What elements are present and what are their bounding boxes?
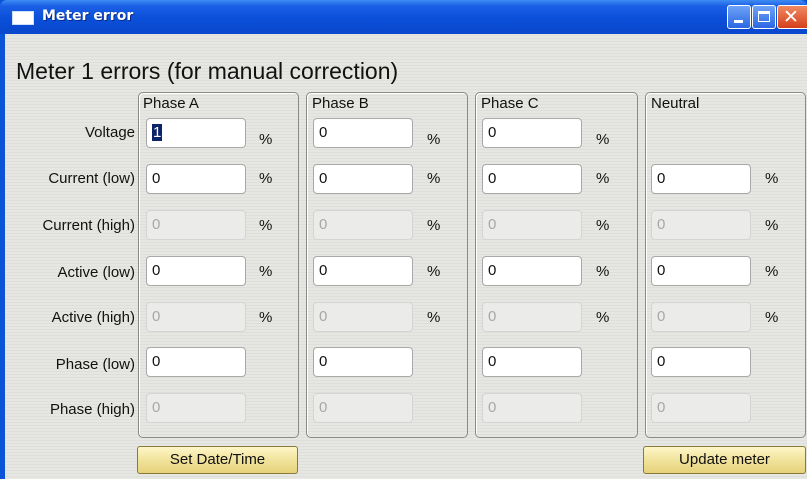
neutral-current-low-field[interactable]: 0	[651, 164, 751, 194]
phase-a-phase-low-field[interactable]: 0	[146, 347, 246, 377]
phase-c-voltage-field[interactable]: 0	[482, 118, 582, 148]
row-label-current-high: Current (high)	[42, 217, 135, 234]
phase-b-phase-low-field[interactable]: 0	[313, 347, 413, 377]
set-date-time-button[interactable]: Set Date/Time	[137, 446, 298, 474]
close-icon: ✕	[783, 6, 799, 28]
group-title-phase-b: Phase B	[312, 95, 369, 112]
neutral-active-high-field: 0	[651, 302, 751, 332]
percent-label: %	[427, 131, 441, 148]
percent-label: %	[596, 263, 610, 280]
row-label-current-low: Current (low)	[48, 170, 135, 187]
neutral-phase-low-field[interactable]: 0	[651, 347, 751, 377]
meter-error-window: Meter error ✕ Meter 1 errors (for manual…	[0, 0, 807, 479]
phase-c-active-high-field: 0	[482, 302, 582, 332]
percent-label: %	[427, 263, 441, 280]
row-label-active-low: Active (low)	[57, 264, 135, 281]
percent-label: %	[596, 217, 610, 234]
phase-c-current-high-field: 0	[482, 210, 582, 240]
percent-label: %	[596, 309, 610, 326]
row-label-active-high: Active (high)	[51, 309, 135, 326]
percent-label: %	[765, 263, 779, 280]
phase-a-active-low-field[interactable]: 0	[146, 256, 246, 286]
maximize-button[interactable]	[752, 5, 776, 29]
percent-label: %	[596, 170, 610, 187]
percent-label: %	[596, 131, 610, 148]
percent-label: %	[259, 170, 273, 187]
neutral-active-low-field[interactable]: 0	[651, 256, 751, 286]
phase-b-voltage-field[interactable]: 0	[313, 118, 413, 148]
phase-a-active-high-field: 0	[146, 302, 246, 332]
maximize-icon	[758, 11, 770, 22]
group-title-phase-c: Phase C	[481, 95, 539, 112]
phase-c-active-low-field[interactable]: 0	[482, 256, 582, 286]
minimize-button[interactable]	[727, 5, 751, 29]
phase-c-current-low-field[interactable]: 0	[482, 164, 582, 194]
percent-label: %	[259, 309, 273, 326]
group-title-neutral: Neutral	[651, 95, 700, 112]
selected-text: 1	[152, 124, 163, 141]
phase-a-phase-high-field: 0	[146, 393, 246, 423]
page-title: Meter 1 errors (for manual correction)	[16, 58, 399, 84]
percent-label: %	[427, 170, 441, 187]
title-bar[interactable]: Meter error ✕	[0, 0, 807, 34]
neutral-current-high-field: 0	[651, 210, 751, 240]
percent-label: %	[259, 263, 273, 280]
phase-a-current-high-field: 0	[146, 210, 246, 240]
phase-c-phase-high-field: 0	[482, 393, 582, 423]
phase-c-phase-low-field[interactable]: 0	[482, 347, 582, 377]
percent-label: %	[259, 131, 273, 148]
update-meter-button[interactable]: Update meter	[643, 446, 806, 474]
phase-b-current-high-field: 0	[313, 210, 413, 240]
phase-b-current-low-field[interactable]: 0	[313, 164, 413, 194]
phase-b-active-low-field[interactable]: 0	[313, 256, 413, 286]
minimize-icon	[734, 20, 743, 23]
row-label-phase-high: Phase (high)	[49, 401, 135, 418]
percent-label: %	[765, 170, 779, 187]
group-title-phase-a: Phase A	[143, 95, 199, 112]
close-button[interactable]: ✕	[777, 5, 807, 29]
row-label-phase-low: Phase (low)	[55, 356, 135, 373]
phase-a-current-low-field[interactable]: 0	[146, 164, 246, 194]
percent-label: %	[427, 217, 441, 234]
row-label-voltage: Voltage	[84, 124, 135, 141]
window-title: Meter error	[42, 8, 134, 24]
phase-a-voltage-field[interactable]: 1	[146, 118, 246, 148]
percent-label: %	[259, 217, 273, 234]
percent-label: %	[427, 309, 441, 326]
neutral-phase-high-field: 0	[651, 393, 751, 423]
phase-b-active-high-field: 0	[313, 302, 413, 332]
percent-label: %	[765, 217, 779, 234]
window-app-icon	[12, 11, 34, 25]
phase-b-phase-high-field: 0	[313, 393, 413, 423]
percent-label: %	[765, 309, 779, 326]
